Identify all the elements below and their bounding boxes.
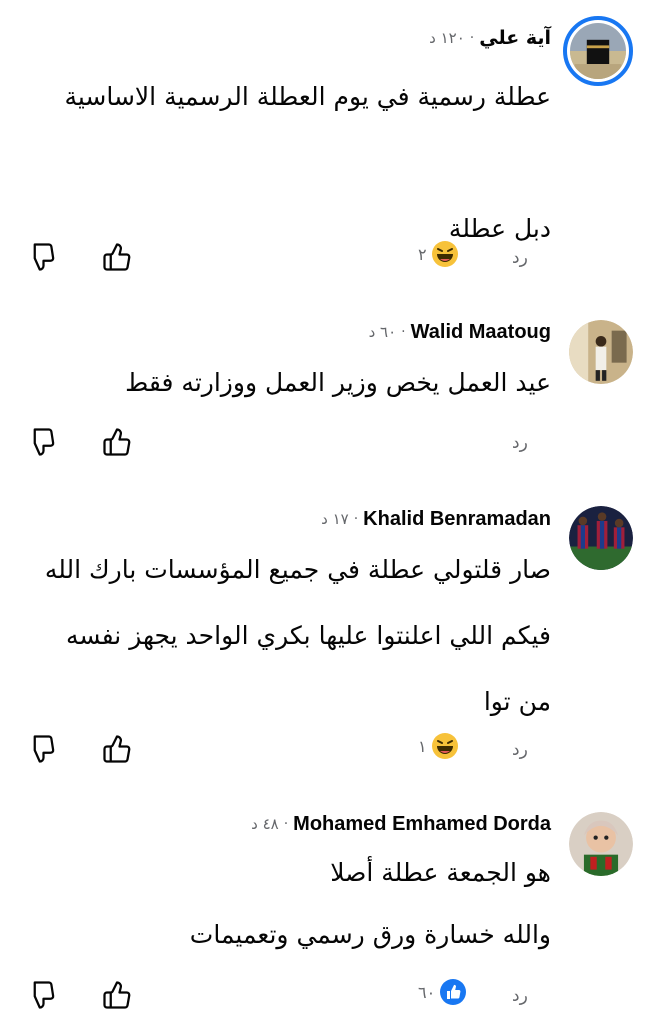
reaction-count: ٢ <box>418 244 427 264</box>
separator-dot: · <box>283 816 289 832</box>
laughing-face-icon <box>431 241 458 267</box>
comment-text-line: من توا <box>483 687 551 716</box>
separator-dot: · <box>469 30 475 46</box>
comment-meta: Walid Maatoug · ٦٠ د <box>369 318 551 346</box>
author-name[interactable]: Walid Maatoug <box>411 321 551 344</box>
avatar[interactable] <box>569 320 633 384</box>
reply-link[interactable]: رد <box>512 986 528 1006</box>
separator-dot: · <box>401 324 406 340</box>
thumbs-down-icon[interactable] <box>26 980 56 1010</box>
comment-text: صار قلتولي عطلة في جميع المؤسسات بارك ال… <box>45 537 551 735</box>
comment-text-line: هو الجمعة عطلة أصلا <box>330 858 551 887</box>
reply-link[interactable]: رد <box>512 433 528 453</box>
comment-actions: ١ رد <box>0 730 653 770</box>
avatar-image <box>569 506 633 570</box>
comment-text-line: صار قلتولي عطلة في جميع المؤسسات بارك ال… <box>44 555 551 584</box>
author-name[interactable]: Khalid Benramadan <box>363 508 551 531</box>
reaction-summary[interactable]: ١ <box>418 732 459 760</box>
thumbs-down-icon[interactable] <box>26 242 56 272</box>
laughing-face-icon <box>431 733 458 759</box>
comment-meta: آية علي · ١٢٠ د <box>429 24 551 52</box>
comment-text: عطلة رسمية في يوم العطلة الرسمية الاساسي… <box>64 64 551 262</box>
timestamp[interactable]: ١٢٠ د <box>429 29 465 47</box>
thumbs-down-icon[interactable] <box>26 734 56 764</box>
avatar-image <box>569 320 633 384</box>
comment-actions: رد <box>0 423 653 463</box>
avatar[interactable] <box>569 812 633 876</box>
thumbs-down-icon[interactable] <box>26 427 56 457</box>
reaction-summary[interactable]: ٦٠ <box>418 978 467 1006</box>
comment-meta: Mohamed Emhamed Dorda · ٤٨ د <box>251 810 551 838</box>
comment-text: عيد العمل يخص وزير العمل ووزارته فقط <box>125 350 551 416</box>
avatar[interactable] <box>569 506 633 570</box>
author-name[interactable]: آية علي <box>479 27 551 49</box>
thumbs-up-icon[interactable] <box>102 980 132 1010</box>
timestamp[interactable]: ٤٨ د <box>251 815 279 833</box>
timestamp[interactable]: ١٧ د <box>321 510 349 528</box>
timestamp[interactable]: ٦٠ د <box>369 323 397 341</box>
reaction-count: ١ <box>418 736 427 756</box>
thumbs-up-icon[interactable] <box>102 427 132 457</box>
thumbs-up-icon[interactable] <box>102 242 132 272</box>
reaction-count: ٦٠ <box>418 982 436 1002</box>
comment-text-line: فيكم اللي اعلنتوا عليها بكري الواحد يجهز… <box>65 621 551 650</box>
reaction-summary[interactable]: ٢ <box>418 240 459 268</box>
avatar[interactable] <box>563 16 633 86</box>
comment-actions: ٢ رد <box>0 238 653 278</box>
reply-link[interactable]: رد <box>512 248 528 268</box>
comment-text-line: والله خسارة ورق رسمي وتعميمات <box>189 920 551 949</box>
comment-actions: ٦٠ رد <box>0 976 653 1016</box>
reply-link[interactable]: رد <box>512 740 528 760</box>
comment-text-line: عيد العمل يخص وزير العمل ووزارته فقط <box>125 368 551 397</box>
comment-item: آية علي · ١٢٠ د عطلة رسمية في يوم العطلة… <box>0 0 653 300</box>
comment-text-line: عطلة رسمية في يوم العطلة الرسمية الاساسي… <box>64 82 551 111</box>
thumbs-up-icon[interactable] <box>102 734 132 764</box>
avatar-image <box>569 812 633 876</box>
avatar-image <box>570 23 626 79</box>
like-reaction-icon <box>440 979 467 1005</box>
comment-text-line <box>64 130 551 196</box>
author-name[interactable]: Mohamed Emhamed Dorda <box>293 813 551 836</box>
comment-text: هو الجمعة عطلة أصلا والله خسارة ورق رسمي… <box>190 842 551 966</box>
comment-meta: Khalid Benramadan · ١٧ د <box>321 505 551 533</box>
separator-dot: · <box>353 511 359 527</box>
